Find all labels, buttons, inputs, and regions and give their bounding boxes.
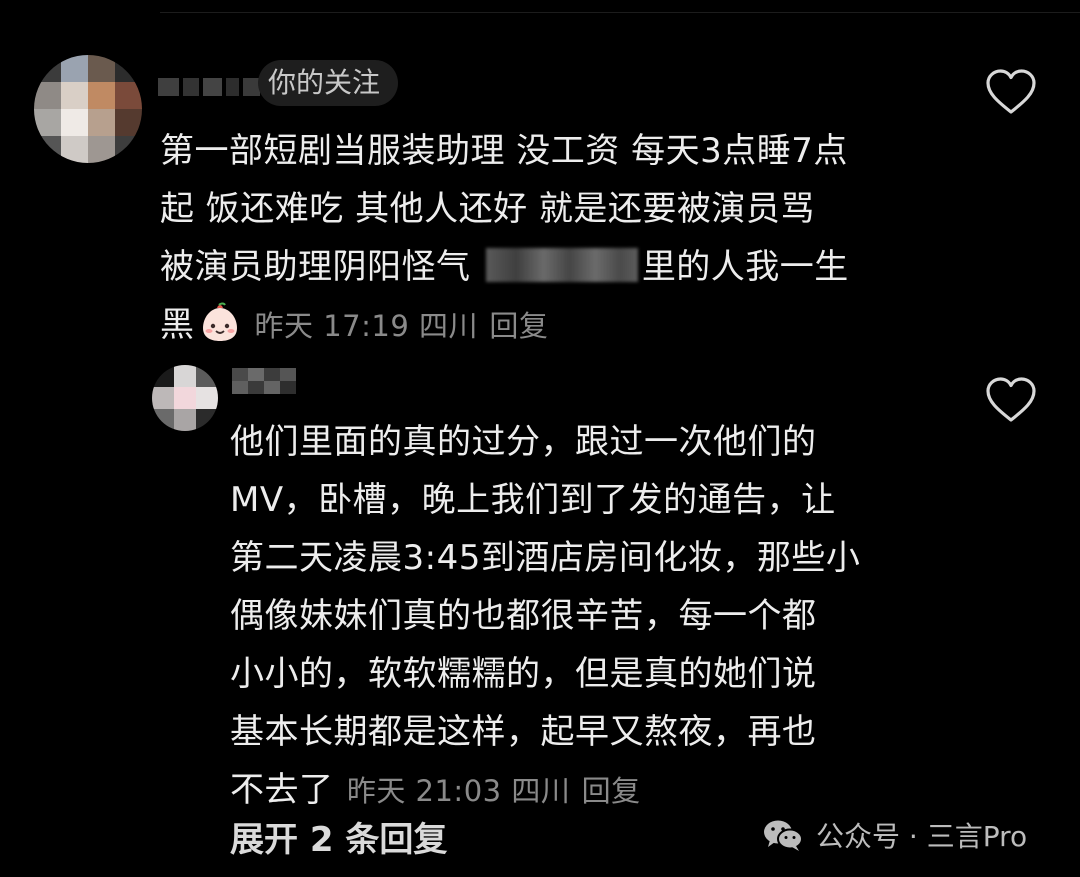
- comment-text: 第一部短剧当服装助理 没工资 每天3点睡7点 起 饭还难吃 其他人还好 就是还要…: [160, 122, 960, 355]
- reply-button[interactable]: 回复: [489, 309, 548, 343]
- comment-meta: 昨天 17:19 四川: [254, 309, 479, 343]
- comment-line-part: 黑: [160, 305, 195, 345]
- comments-screen: 你的关注 第一部短剧当服装助理 没工资 每天3点睡7点 起 饭还难吃 其他人还好…: [0, 0, 1080, 877]
- comment-line: 起 饭还难吃 其他人还好 就是还要被演员骂: [160, 189, 815, 229]
- comment-line-part: 被演员助理阴阳怪气: [160, 247, 482, 287]
- like-button[interactable]: [985, 68, 1037, 116]
- redacted-text: [485, 248, 638, 282]
- avatar[interactable]: [152, 365, 218, 431]
- comment-line-part: 不去了: [230, 770, 334, 810]
- comment-line: 第一部短剧当服装助理 没工资 每天3点睡7点: [160, 131, 848, 171]
- like-button[interactable]: [985, 376, 1037, 424]
- watermark-text: 公众号 · 三言Pro: [816, 820, 1028, 853]
- comment-line-part: 里的人我一生: [641, 247, 849, 287]
- expand-replies-button[interactable]: 展开 2 条回复: [230, 812, 447, 868]
- comment-line: 偶像妹妹们真的也都很辛苦，每一个都: [230, 596, 817, 636]
- comment-line: 第二天凌晨3:45到酒店房间化妆，那些小: [230, 538, 861, 578]
- heart-outline-icon: [986, 377, 1036, 422]
- following-badge: 你的关注: [258, 60, 399, 106]
- comment-line: 被演员助理阴阳怪气 里的人我一生: [160, 238, 960, 296]
- username-redacted[interactable]: [158, 74, 261, 100]
- comment-line: 黑 昨天 17:19 四川 回复: [160, 296, 960, 355]
- comment-line: 他们里面的真的过分，跟过一次他们的: [230, 422, 817, 462]
- comment-line: 基本长期都是这样，起早又熬夜，再也: [230, 712, 817, 752]
- comment-line: MV，卧槽，晚上我们到了发的通告，让: [230, 480, 836, 520]
- watermark: 公众号 · 三言Pro: [762, 810, 1027, 860]
- heart-outline-icon: [986, 69, 1036, 114]
- comment-meta: 昨天 21:03 四川: [346, 774, 571, 808]
- comment-text: 他们里面的真的过分，跟过一次他们的 MV，卧槽，晚上我们到了发的通告，让 第二天…: [230, 413, 930, 820]
- comment-line: 小小的，软软糯糯的，但是真的她们说: [230, 654, 817, 694]
- avatar[interactable]: [34, 55, 142, 163]
- wechat-icon: [764, 820, 803, 851]
- reply-button[interactable]: 回复: [582, 774, 641, 808]
- steamed-bun-face-emoji-icon: [199, 302, 241, 344]
- username-redacted[interactable]: [232, 368, 296, 394]
- divider: [160, 12, 1080, 13]
